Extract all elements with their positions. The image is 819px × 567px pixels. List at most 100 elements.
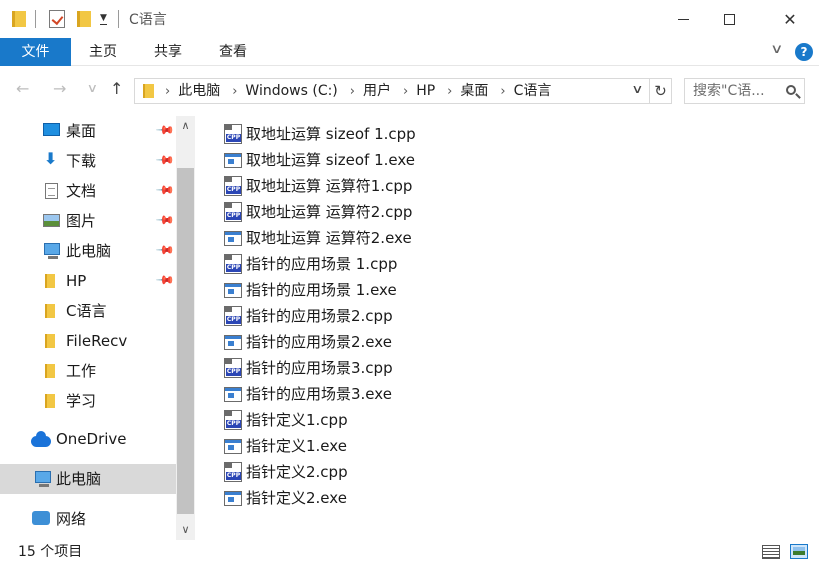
tab-view[interactable]: 查看 bbox=[210, 38, 256, 66]
sidebar-item-documents[interactable]: 文档 📌 bbox=[0, 176, 176, 206]
sidebar-item-study[interactable]: 学习 bbox=[0, 386, 176, 416]
file-name: 指针定义2.cpp bbox=[246, 463, 348, 481]
folder-icon bbox=[45, 304, 55, 318]
file-name: 指针的应用场景3.exe bbox=[246, 385, 392, 403]
pin-icon[interactable]: 📌 bbox=[155, 120, 175, 140]
file-item[interactable]: 指针定义1.exe bbox=[220, 433, 450, 459]
item-count: 15 个项目 bbox=[18, 544, 83, 560]
sidebar-item-c-language[interactable]: C语言 bbox=[0, 296, 176, 326]
file-item[interactable]: 取地址运算 sizeof 1.exe bbox=[220, 147, 450, 173]
cpp-file-icon bbox=[224, 462, 242, 482]
file-name: 指针的应用场景 1.cpp bbox=[246, 255, 398, 273]
close-icon: ✕ bbox=[783, 9, 797, 29]
pin-icon[interactable]: 📌 bbox=[155, 180, 175, 200]
chevron-right-icon[interactable]: › bbox=[500, 84, 505, 99]
sidebar-item-this-pc[interactable]: 此电脑 bbox=[0, 464, 176, 494]
breadcrumb-users[interactable]: 用户 bbox=[363, 83, 391, 99]
sidebar-item-filerecv[interactable]: FileRecv bbox=[0, 326, 176, 356]
large-icons-view-icon[interactable] bbox=[790, 544, 808, 559]
sidebar-item-label: FileRecv bbox=[66, 332, 128, 350]
file-name: 指针的应用场景2.cpp bbox=[246, 307, 393, 325]
back-arrow-icon[interactable]: ← bbox=[16, 79, 29, 98]
breadcrumb: › 此电脑 › Windows (C:) › 用户 › HP › 桌面 › C语言 bbox=[165, 79, 563, 103]
chevron-right-icon[interactable]: › bbox=[403, 84, 408, 99]
up-arrow-icon[interactable]: ↑ bbox=[110, 79, 123, 98]
close-button[interactable]: ✕ bbox=[767, 0, 813, 38]
file-item[interactable]: 取地址运算 运算符2.cpp bbox=[220, 199, 450, 225]
file-item[interactable]: 指针的应用场景2.exe bbox=[220, 329, 450, 355]
file-item[interactable]: 指针的应用场景 1.cpp bbox=[220, 251, 450, 277]
file-name: 指针的应用场景 1.exe bbox=[246, 281, 397, 299]
folder-icon bbox=[45, 334, 55, 348]
details-view-icon[interactable] bbox=[762, 545, 780, 559]
breadcrumb-hp[interactable]: HP bbox=[416, 83, 435, 99]
chevron-right-icon[interactable]: › bbox=[447, 84, 452, 99]
chevron-right-icon[interactable]: › bbox=[232, 84, 237, 99]
sidebar-item-desktop[interactable]: 桌面 📌 bbox=[0, 116, 176, 146]
refresh-icon[interactable]: ↻ bbox=[650, 78, 672, 104]
new-folder-icon[interactable] bbox=[77, 11, 91, 27]
file-item[interactable]: 指针的应用场景3.cpp bbox=[220, 355, 450, 381]
pin-icon[interactable]: 📌 bbox=[155, 210, 175, 230]
file-item[interactable]: 指针的应用场景2.cpp bbox=[220, 303, 450, 329]
file-item[interactable]: 取地址运算 运算符1.cpp bbox=[220, 173, 450, 199]
file-item[interactable]: 指针定义2.cpp bbox=[220, 459, 450, 485]
tab-share[interactable]: 共享 bbox=[145, 38, 191, 66]
navigation-bar: ← → ∨ ↑ › 此电脑 › Windows (C:) › 用户 › HP › 桌面 › C语言 ∨… bbox=[0, 66, 819, 116]
minimize-button[interactable] bbox=[660, 0, 706, 38]
sidebar-item-network[interactable]: 网络 bbox=[0, 504, 176, 534]
sidebar-item-label: 学习 bbox=[66, 392, 97, 410]
folder-icon bbox=[45, 364, 55, 378]
sidebar-item-onedrive[interactable]: OneDrive bbox=[0, 424, 176, 454]
breadcrumb-drive-c[interactable]: Windows (C:) bbox=[245, 83, 337, 99]
exe-file-icon bbox=[224, 335, 242, 350]
sidebar-scrollbar[interactable]: ∧ ∨ bbox=[176, 116, 195, 540]
file-item[interactable]: 指针的应用场景3.exe bbox=[220, 381, 450, 407]
address-bar[interactable]: › 此电脑 › Windows (C:) › 用户 › HP › 桌面 › C语言 ∨ bbox=[134, 78, 650, 104]
tab-file[interactable]: 文件 bbox=[0, 38, 71, 66]
file-item[interactable]: 指针定义2.exe bbox=[220, 485, 450, 511]
breadcrumb-desktop[interactable]: 桌面 bbox=[460, 83, 488, 99]
ribbon-collapse-icon[interactable]: ∨ bbox=[770, 42, 783, 57]
folder-icon bbox=[143, 84, 154, 98]
sidebar-item-this-pc-quick[interactable]: 此电脑 📌 bbox=[0, 236, 176, 266]
scroll-up-icon[interactable]: ∧ bbox=[176, 116, 195, 136]
file-name: 取地址运算 运算符1.cpp bbox=[246, 177, 413, 195]
tab-home[interactable]: 主页 bbox=[80, 38, 126, 66]
sidebar-item-pictures[interactable]: 图片 📌 bbox=[0, 206, 176, 236]
help-icon[interactable]: ? bbox=[795, 43, 813, 61]
address-dropdown-icon[interactable]: ∨ bbox=[631, 82, 643, 96]
pin-icon[interactable]: 📌 bbox=[155, 150, 175, 170]
navigation-pane: 桌面 📌 ⬇ 下载 📌 文档 📌 图片 📌 此电脑 📌 HP 📌 C语言 Fil… bbox=[0, 116, 176, 540]
chevron-right-icon[interactable]: › bbox=[350, 84, 355, 99]
sidebar-item-hp[interactable]: HP 📌 bbox=[0, 266, 176, 296]
maximize-button[interactable] bbox=[706, 0, 752, 38]
properties-icon[interactable] bbox=[49, 10, 65, 28]
forward-arrow-icon[interactable]: → bbox=[53, 79, 66, 98]
desktop-icon bbox=[43, 123, 60, 136]
file-name: 指针定义1.cpp bbox=[246, 411, 348, 429]
search-input[interactable]: 搜索"C语... bbox=[684, 78, 805, 104]
sidebar-item-label: 桌面 bbox=[66, 122, 97, 140]
cpp-file-icon bbox=[224, 124, 242, 144]
onedrive-icon bbox=[31, 431, 51, 447]
search-icon[interactable] bbox=[786, 85, 796, 95]
scroll-thumb[interactable] bbox=[177, 168, 194, 514]
sidebar-item-work[interactable]: 工作 bbox=[0, 356, 176, 386]
breadcrumb-c-language[interactable]: C语言 bbox=[514, 83, 552, 99]
pin-icon[interactable]: 📌 bbox=[155, 270, 175, 290]
cpp-file-icon bbox=[224, 254, 242, 274]
sidebar-item-downloads[interactable]: ⬇ 下载 📌 bbox=[0, 146, 176, 176]
breadcrumb-this-pc[interactable]: 此电脑 bbox=[178, 83, 220, 99]
quick-access-dropdown-icon[interactable]: ▼ bbox=[100, 13, 107, 25]
chevron-right-icon[interactable]: › bbox=[165, 84, 170, 99]
file-item[interactable]: 指针定义1.cpp bbox=[220, 407, 450, 433]
recent-locations-icon[interactable]: ∨ bbox=[87, 81, 98, 95]
file-item[interactable]: 指针的应用场景 1.exe bbox=[220, 277, 450, 303]
pin-icon[interactable]: 📌 bbox=[155, 240, 175, 260]
file-item[interactable]: 取地址运算 运算符2.exe bbox=[220, 225, 450, 251]
file-item[interactable]: 取地址运算 sizeof 1.cpp bbox=[220, 121, 450, 147]
sidebar-item-label: 网络 bbox=[56, 510, 87, 528]
scroll-down-icon[interactable]: ∨ bbox=[176, 520, 195, 540]
divider bbox=[35, 10, 36, 28]
